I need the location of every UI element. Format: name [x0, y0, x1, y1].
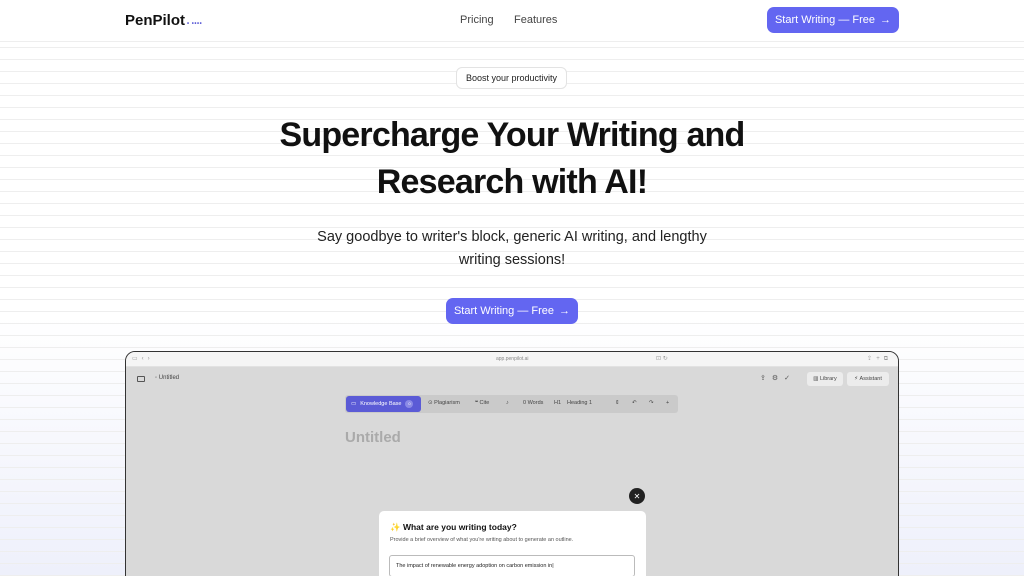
hero-title: Supercharge Your Writing and Research wi…	[212, 112, 812, 206]
document-tab-label: Untitled	[158, 375, 180, 381]
browser-chrome: ▭‹› app.penpilot.ai ⊡ ↻ ⇪+⧉	[126, 352, 898, 367]
top-navbar: PenPilot • •••• Pricing Features Start W…	[0, 0, 1024, 42]
share-settings-check-icons: ⇪⚙✓	[760, 375, 797, 382]
library-button: ▥ Library	[807, 372, 843, 386]
microphone-icon: ♪	[506, 400, 509, 406]
cite-label: Cite	[479, 400, 490, 406]
hero-title-line-1: Supercharge Your Writing and	[279, 116, 745, 154]
writing-prompt-dialog: ✨ What are you writing today? Provide a …	[379, 511, 646, 576]
hero-subtitle-line-2: writing sessions!	[458, 252, 566, 268]
heading-tag: H1	[554, 400, 562, 406]
cta-label: Start Writing — Free	[453, 305, 555, 317]
logo[interactable]: PenPilot	[125, 12, 185, 29]
heading-select: Heading 1	[567, 400, 593, 406]
chevron-updown-icon: ⇕	[615, 400, 620, 406]
cta-label: Start Writing — Free	[774, 14, 876, 26]
hero-subtitle: Say goodbye to writer's block, generic A…	[302, 226, 722, 272]
nav-link-features[interactable]: Features	[514, 14, 557, 26]
knowledge-base-label: Knowledge Base	[360, 401, 402, 407]
start-writing-button-hero[interactable]: Start Writing — Free →	[446, 298, 578, 324]
cite-item: ❝ Cite	[475, 400, 490, 406]
writing-topic-input: The impact of renewable energy adoption …	[389, 555, 635, 576]
dialog-subtitle: Provide a brief overview of what you're …	[390, 537, 574, 543]
library-label: Library	[819, 376, 837, 382]
browser-url: app.penpilot.ai	[496, 356, 529, 362]
writing-topic-value: The impact of renewable energy adoption …	[396, 563, 553, 569]
dialog-title-text: What are you writing today?	[402, 522, 517, 532]
redo-icon: ↷	[649, 400, 654, 406]
start-writing-button-nav[interactable]: Start Writing — Free →	[767, 7, 899, 33]
app-preview-mockup: ▭‹› app.penpilot.ai ⊡ ↻ ⇪+⧉ ◦ Untitled ⇪…	[125, 351, 899, 576]
arrow-right-icon: →	[880, 14, 892, 26]
assistant-button: ⚡ Assistant	[847, 372, 889, 386]
undo-icon: ↶	[632, 400, 637, 406]
plagiarism-label: Plagiarism	[434, 400, 460, 406]
translate-icon: ⊡ ↻	[656, 356, 668, 362]
productivity-badge: Boost your productivity	[456, 67, 567, 89]
word-count: 0 Words	[523, 400, 544, 406]
app-toolbar: ◦ Untitled ⇪⚙✓ ▥ Library ⚡ Assistant	[126, 367, 898, 391]
hero-subtitle-line-1: Say goodbye to writer's block, generic A…	[317, 229, 707, 245]
knowledge-base-count: 0	[405, 400, 414, 408]
close-icon: ✕	[629, 488, 645, 504]
document-title: Untitled	[345, 429, 401, 446]
browser-action-icons: ⇪+⧉	[867, 356, 892, 362]
document-tab: ◦ Untitled	[155, 375, 180, 381]
nav-link-pricing[interactable]: Pricing	[460, 14, 494, 26]
hero-title-line-2: Research with AI!	[376, 163, 648, 201]
logo-dots: • ••••	[187, 21, 203, 27]
add-icon: +	[666, 400, 670, 406]
browser-nav-icons: ▭‹›	[132, 356, 154, 362]
plagiarism-item: ⊙ Plagiarism	[428, 400, 460, 406]
dialog-title: ✨ What are you writing today?	[390, 522, 517, 533]
editor-toolbar: ▭ Knowledge Base 0 ⊙ Plagiarism ❝ Cite ♪…	[345, 395, 678, 413]
arrow-right-icon: →	[559, 305, 571, 317]
sidebar-toggle-icon	[137, 376, 145, 382]
sparkle-icon: ✨	[390, 522, 401, 532]
assistant-label: Assistant	[859, 376, 882, 382]
knowledge-base-button: ▭ Knowledge Base 0	[346, 396, 421, 412]
book-icon: ▭	[351, 401, 357, 407]
